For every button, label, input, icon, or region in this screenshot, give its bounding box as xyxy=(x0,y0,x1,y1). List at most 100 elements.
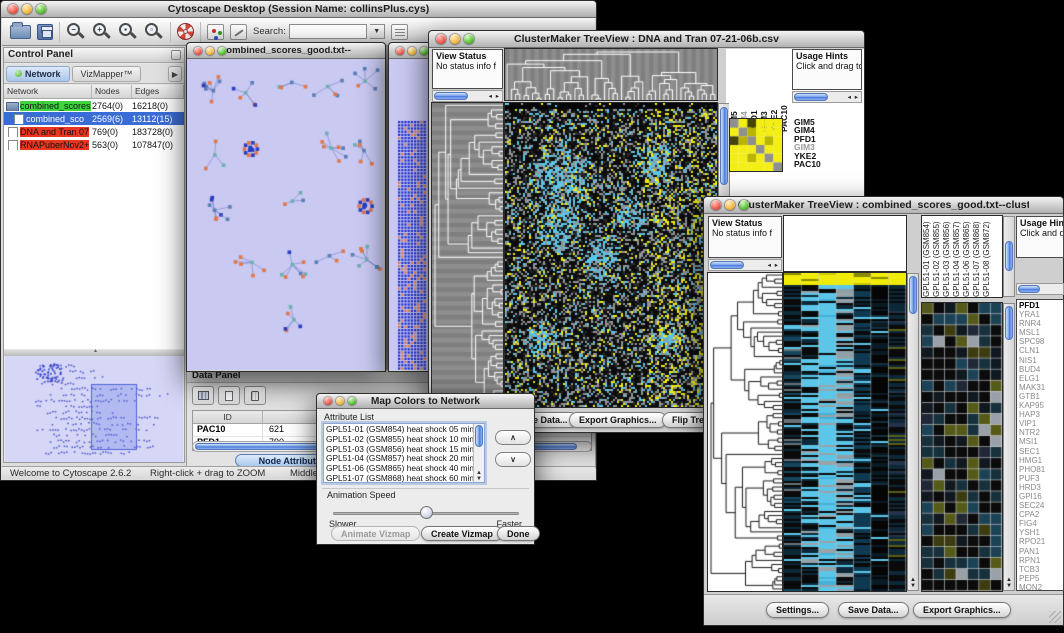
gene-label[interactable]: SPC98 xyxy=(1019,337,1061,346)
zoom-out-icon[interactable]: − xyxy=(66,22,86,42)
gene-label[interactable]: CLN1 xyxy=(1019,346,1061,355)
heatmap-zoom[interactable] xyxy=(922,303,1002,591)
minimize-button[interactable] xyxy=(22,4,32,14)
main-titlebar[interactable]: Cytoscape Desktop (Session Name: collins… xyxy=(1,1,596,18)
heatmap-main[interactable] xyxy=(784,273,906,591)
close-button[interactable] xyxy=(194,47,202,55)
gene-label[interactable]: VIP1 xyxy=(1019,419,1061,428)
gene-label[interactable]: CPA2 xyxy=(1019,510,1061,519)
gene-label[interactable]: PEP5 xyxy=(1019,574,1061,583)
gene-label[interactable]: SEC24 xyxy=(1019,501,1061,510)
tab-network[interactable]: Network xyxy=(6,66,70,82)
zoom-button[interactable] xyxy=(464,34,474,44)
list-vscrollbar[interactable]: ▲▼ xyxy=(473,424,484,482)
scroll-thumb[interactable] xyxy=(909,276,917,314)
network-row[interactable]: RNAPuberNov2+ 563(0) 107847(0) xyxy=(4,138,184,151)
scroll-thumb[interactable] xyxy=(434,92,468,100)
search-input[interactable] xyxy=(289,24,367,39)
scroll-thumb[interactable] xyxy=(1005,241,1013,271)
gene-label[interactable]: SEC1 xyxy=(1019,447,1061,456)
gene-label[interactable]: BUD4 xyxy=(1019,365,1061,374)
gene-label[interactable]: PHO81 xyxy=(1019,465,1061,474)
gene-label[interactable]: NIS1 xyxy=(1019,356,1061,365)
scroll-thumb[interactable] xyxy=(720,107,728,185)
zoom-in-icon[interactable]: + xyxy=(92,22,112,42)
labels-vscrollbar[interactable] xyxy=(1003,216,1015,297)
gene-label[interactable]: TCB3 xyxy=(1019,565,1061,574)
column-label[interactable]: GPL51-06 (GSM865) xyxy=(962,216,972,297)
gene-label[interactable]: HMG1 xyxy=(1019,456,1061,465)
col-nodes[interactable]: Nodes xyxy=(92,85,132,98)
annotation-icon[interactable] xyxy=(230,24,247,40)
gene-label[interactable]: HAP3 xyxy=(1019,410,1061,419)
close-button[interactable] xyxy=(711,200,721,210)
select-attributes-icon[interactable] xyxy=(192,386,214,405)
speed-slider-thumb[interactable] xyxy=(420,506,433,519)
gene-label[interactable]: FIG4 xyxy=(1019,519,1061,528)
gene-label[interactable]: PFD1 xyxy=(1019,301,1061,310)
col-edges[interactable]: Edges xyxy=(132,85,184,98)
heatmap-global[interactable] xyxy=(505,103,717,407)
treeview1-titlebar[interactable]: ClusterMaker TreeView : DNA and Tran 07-… xyxy=(429,31,864,48)
settings-button[interactable]: Settings... xyxy=(766,602,829,618)
attribute-list-item[interactable]: GPL51-03 (GSM856) heat shock 15 min xyxy=(326,445,482,455)
row-dendrogram[interactable] xyxy=(432,103,503,407)
gene-label[interactable]: YSH1 xyxy=(1019,528,1061,537)
birdseye-view[interactable] xyxy=(5,356,183,462)
column-label[interactable]: GPL51-02 (GSM855) xyxy=(932,216,942,297)
float-panel-icon[interactable] xyxy=(171,50,181,60)
gene-label[interactable]: NTR2 xyxy=(1019,428,1061,437)
scroll-thumb[interactable] xyxy=(1018,285,1040,293)
gene-label[interactable]: MSI1 xyxy=(1019,437,1061,446)
zoom-button[interactable] xyxy=(218,47,226,55)
animate-vizmap-button[interactable]: Animate Vizmap xyxy=(331,526,420,541)
close-button[interactable] xyxy=(396,47,404,55)
column-label[interactable]: GPL51-04 (GSM857) xyxy=(952,216,962,297)
search-dropdown-icon[interactable]: ▼ xyxy=(370,24,385,39)
column-label[interactable]: GPL51-07 (GSM868) xyxy=(972,216,982,297)
export-graphics-button[interactable]: Export Graphics... xyxy=(569,412,667,428)
network-row[interactable]: combined_sco 2569(6) 13112(15) xyxy=(4,112,184,125)
tab-overflow-button[interactable]: ▶ xyxy=(168,66,182,82)
column-label[interactable]: GPL51-03 (GSM856) xyxy=(942,216,952,297)
minimize-button[interactable] xyxy=(408,47,416,55)
tab-vizmapper[interactable]: VizMapper™ xyxy=(72,66,142,82)
zoom-button[interactable] xyxy=(420,47,428,55)
zoom-button[interactable] xyxy=(739,200,749,210)
column-label[interactable]: GPL51-01 (GSM854) xyxy=(922,216,932,297)
move-up-button[interactable]: ∧ xyxy=(495,430,531,445)
heatmap-vscrollbar[interactable]: ▲▼ xyxy=(907,273,919,591)
minimize-button[interactable] xyxy=(450,34,460,44)
scroll-thumb[interactable] xyxy=(475,425,483,447)
attribute-list-item[interactable]: GPL51-07 (GSM868) heat shock 60 min xyxy=(326,474,482,483)
report-icon[interactable] xyxy=(391,24,408,40)
close-button[interactable] xyxy=(436,34,446,44)
gene-label[interactable]: PAN1 xyxy=(1019,547,1061,556)
close-button[interactable] xyxy=(8,4,18,14)
minimize-button[interactable] xyxy=(206,47,214,55)
attribute-list-item[interactable]: GPL51-01 (GSM854) heat shock 05 min xyxy=(326,425,482,435)
attribute-list-item[interactable]: GPL51-04 (GSM857) heat shock 20 min xyxy=(326,454,482,464)
gene-label[interactable]: RPO21 xyxy=(1019,537,1061,546)
resize-grip[interactable] xyxy=(1049,611,1061,623)
gene-label[interactable]: KAP95 xyxy=(1019,401,1061,410)
column-label[interactable]: GPL51-08 (GSM872) xyxy=(982,216,992,297)
zoom-fit-icon[interactable]: ▪ xyxy=(118,22,138,42)
gene-label[interactable]: PAC10 xyxy=(794,160,856,168)
save-data-button[interactable]: Save Data... xyxy=(838,602,909,618)
new-attribute-icon[interactable] xyxy=(218,386,240,405)
heatmap-zoom-matrix[interactable] xyxy=(730,119,782,171)
gene-label[interactable]: RNR4 xyxy=(1019,319,1061,328)
export-graphics-button[interactable]: Export Graphics... xyxy=(913,602,1011,618)
network-canvas[interactable] xyxy=(187,59,383,370)
minimize-button[interactable] xyxy=(725,200,735,210)
gene-label[interactable]: MON2 xyxy=(1019,583,1061,591)
usage-scrollbar[interactable] xyxy=(1016,283,1064,295)
usage-scrollbar[interactable]: ◂ ▸ xyxy=(792,91,862,103)
zoom-button[interactable] xyxy=(348,397,356,405)
network-canvas-grid[interactable] xyxy=(389,59,433,370)
column-dendrogram[interactable] xyxy=(505,49,717,100)
gene-label[interactable]: GTB1 xyxy=(1019,392,1061,401)
zoom-selected-icon[interactable]: ▫ xyxy=(144,22,164,42)
gene-label[interactable]: GPI16 xyxy=(1019,492,1061,501)
